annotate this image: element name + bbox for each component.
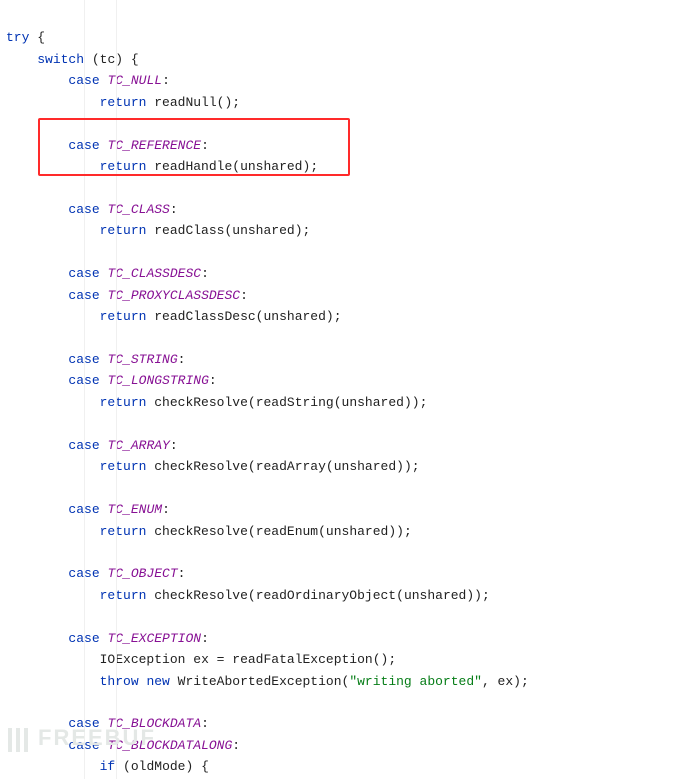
const-tc-object: TC_OBJECT xyxy=(107,566,177,581)
const-tc-class: TC_CLASS xyxy=(107,202,169,217)
type-IOException: IOException xyxy=(100,652,186,667)
const-tc-classdesc: TC_CLASSDESC xyxy=(107,266,201,281)
const-tc-proxyclassdesc: TC_PROXYCLASSDESC xyxy=(107,288,240,303)
const-tc-blockdata: TC_BLOCKDATA xyxy=(107,716,201,731)
call-readClassDesc: readClassDesc xyxy=(154,309,255,324)
const-tc-blockdatalong: TC_BLOCKDATALONG xyxy=(107,738,232,753)
kw-if: if xyxy=(100,759,116,774)
kw-throw: throw xyxy=(100,674,139,689)
call-checkResolve: checkResolve xyxy=(154,395,248,410)
const-tc-string: TC_STRING xyxy=(107,352,177,367)
const-tc-null: TC_NULL xyxy=(107,73,162,88)
const-tc-reference: TC_REFERENCE xyxy=(107,138,201,153)
call-readHandle: readHandle xyxy=(154,159,232,174)
kw-new: new xyxy=(146,674,169,689)
const-tc-enum: TC_ENUM xyxy=(107,502,162,517)
string-literal: "writing aborted" xyxy=(349,674,482,689)
kw-try: try xyxy=(6,30,29,45)
id-tc: tc xyxy=(100,52,116,67)
code-block: try { switch (tc) { case TC_NULL: return… xyxy=(0,0,690,779)
const-tc-longstring: TC_LONGSTRING xyxy=(107,373,208,388)
kw-switch: switch xyxy=(37,52,84,67)
call-readClass: readClass xyxy=(154,223,224,238)
kw-return: return xyxy=(100,95,147,110)
call-readNull: readNull xyxy=(154,95,216,110)
kw-case: case xyxy=(68,73,99,88)
const-tc-exception: TC_EXCEPTION xyxy=(107,631,201,646)
const-tc-array: TC_ARRAY xyxy=(107,438,169,453)
